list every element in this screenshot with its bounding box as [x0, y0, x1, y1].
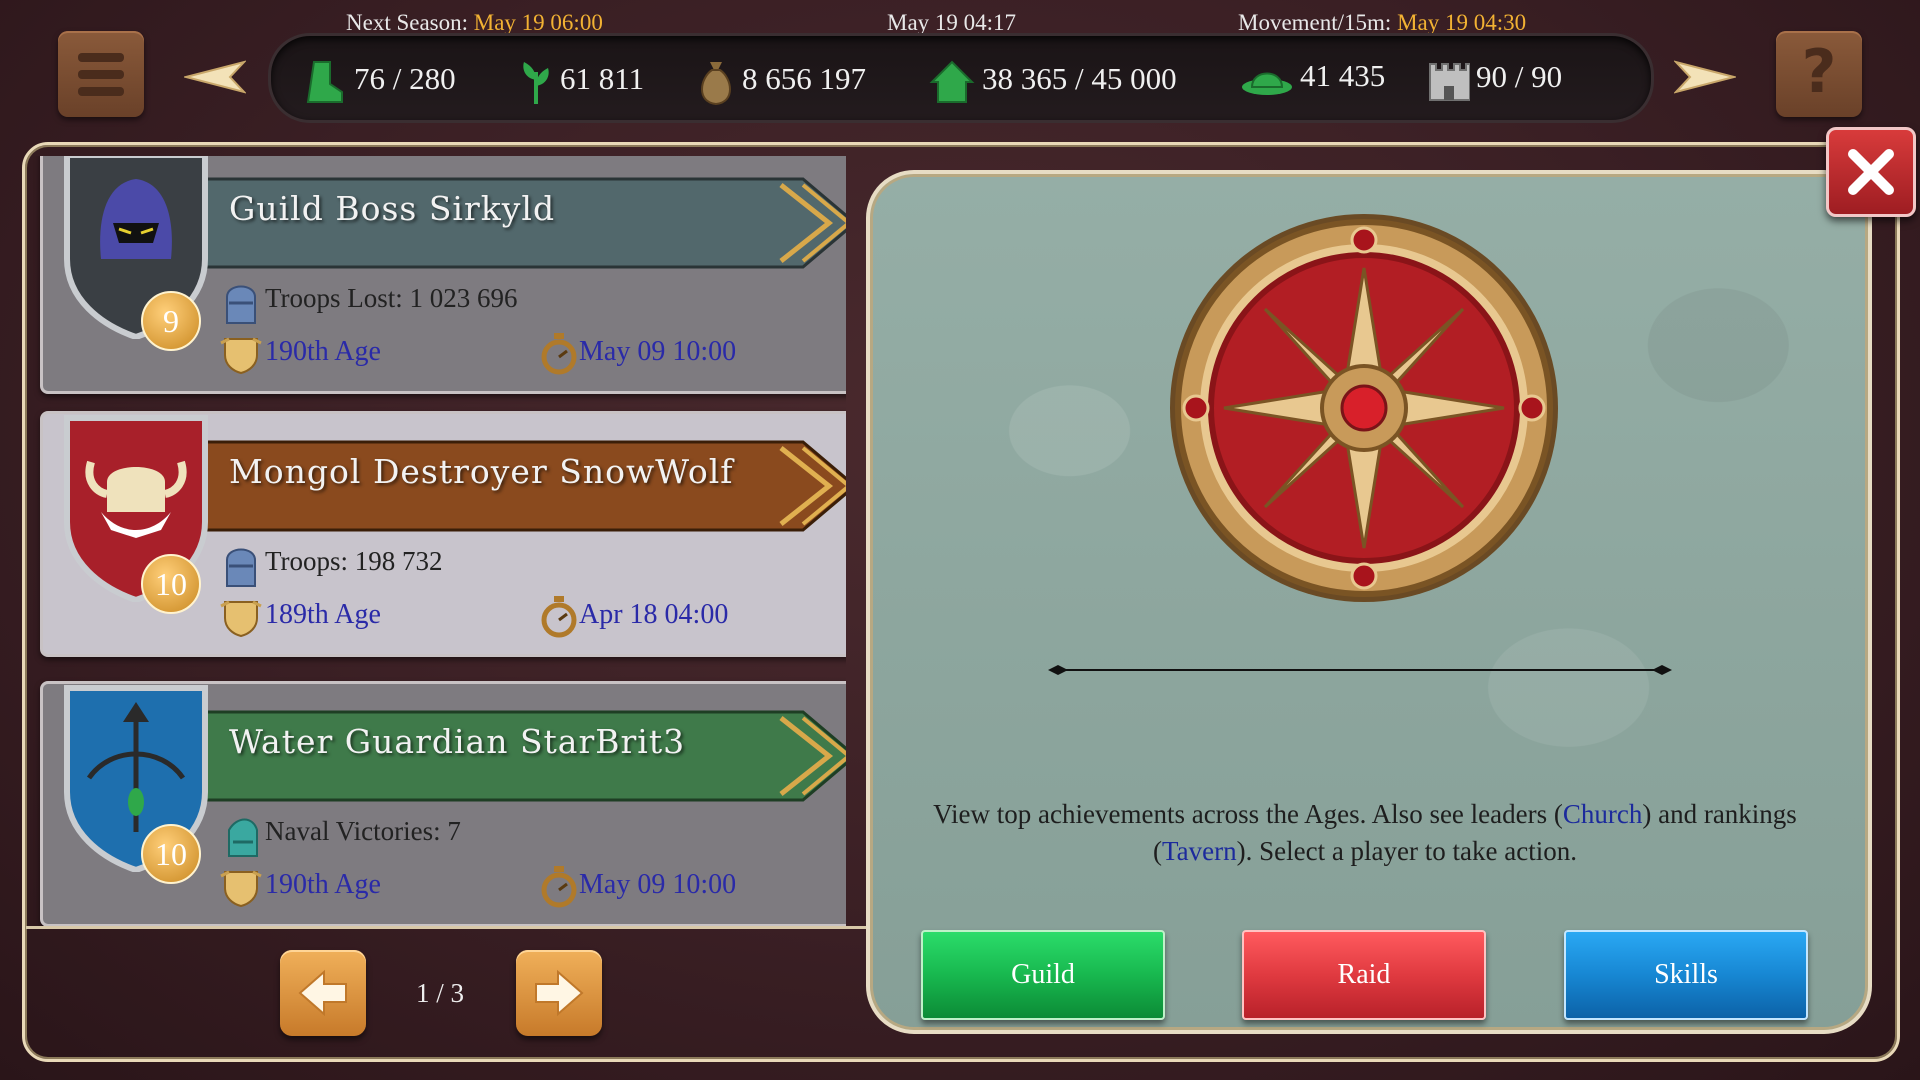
church-link[interactable]: Church [1563, 799, 1642, 829]
castle-icon [1429, 63, 1470, 101]
achievements-list[interactable]: Guild Boss Sirkyld 9 Troops Lost: 1 023 … [26, 156, 846, 926]
next-season-value: May 19 06:00 [473, 10, 603, 35]
arrow-right-icon[interactable] [1674, 60, 1736, 94]
resource-gold: 8 656 197 [696, 58, 866, 106]
boot-icon [306, 61, 343, 103]
tavern-link[interactable]: Tavern [1162, 836, 1237, 866]
money-bag-icon [701, 62, 731, 106]
resource-buildings: 90 / 90 [1428, 58, 1562, 102]
arrow-right-icon [535, 969, 584, 1017]
troop-helmet-icon [226, 285, 256, 324]
troop-helmet-icon [226, 548, 256, 587]
guild-button[interactable]: Guild [921, 930, 1165, 1020]
resource-housing: 38 365 / 45 000 [928, 58, 1177, 106]
resource-value: 61 811 [560, 61, 645, 97]
ship-icon [228, 818, 258, 857]
age-label: 189th Age [265, 599, 381, 630]
player-title: Mongol Destroyer SnowWolf [229, 452, 734, 491]
hat-icon [1242, 72, 1292, 95]
achievement-medal-icon [1170, 214, 1558, 602]
age-label: 190th Age [265, 869, 381, 900]
house-icon [929, 60, 975, 103]
description-text: View top achievements across the Ages. A… [900, 796, 1830, 870]
divider [1048, 665, 1672, 675]
date-label: Apr 18 04:00 [579, 599, 729, 630]
description-part: ). Select a player to take action. [1236, 836, 1577, 866]
resource-value: 38 365 / 45 000 [982, 61, 1177, 97]
resource-value: 41 435 [1300, 58, 1386, 93]
sprout-icon [523, 62, 549, 104]
date-label: May 09 10:00 [579, 336, 737, 367]
menu-icon-bar [78, 70, 124, 79]
stat-text: Troops: 198 732 [265, 546, 443, 576]
list-item[interactable]: Guild Boss Sirkyld 9 Troops Lost: 1 023 … [40, 156, 846, 394]
resource-value: 8 656 197 [742, 61, 866, 97]
next-page-button[interactable] [516, 950, 602, 1036]
age-label: 190th Age [265, 336, 381, 367]
description-part: View top achievements across the Ages. A… [933, 799, 1563, 829]
stat-text: Troops Lost: 1 023 696 [265, 283, 518, 313]
page-indicator: 1 / 3 [415, 978, 464, 1008]
date-label: May 09 10:00 [579, 869, 737, 900]
arrow-left-icon [298, 969, 347, 1017]
next-season-label: Next Season: [346, 10, 469, 35]
level-badge: 10 [141, 554, 201, 614]
menu-icon [78, 53, 124, 62]
prev-page-button[interactable] [280, 950, 366, 1036]
movement-label: Movement/15m: [1238, 10, 1392, 35]
list-item[interactable]: Water Guardian StarBrit3 10 Naval Victor… [40, 681, 846, 926]
close-button[interactable] [1826, 127, 1916, 217]
level-badge: 9 [141, 291, 201, 351]
resource-value: 90 / 90 [1476, 59, 1563, 95]
menu-button[interactable] [58, 31, 144, 117]
resource-boots: 76 / 280 [300, 58, 456, 106]
resource-food: 61 811 [518, 58, 644, 106]
resource-troops: 41 435 [1240, 58, 1385, 99]
stat-text: Naval Victories: 7 [265, 816, 461, 846]
stopwatch-icon [541, 866, 577, 908]
skills-button[interactable]: Skills [1564, 930, 1808, 1020]
close-icon [1848, 149, 1894, 195]
help-icon: ? [1801, 37, 1837, 107]
age-crest-icon [220, 337, 262, 375]
menu-icon-bar [78, 87, 124, 96]
movement-value: May 19 04:30 [1397, 10, 1527, 35]
list-item[interactable]: Mongol Destroyer SnowWolf 10 Troops: 198… [40, 411, 846, 657]
level-badge: 10 [141, 824, 201, 884]
age-crest-icon [220, 600, 262, 638]
raid-button[interactable]: Raid [1242, 930, 1486, 1020]
player-title: Water Guardian StarBrit3 [229, 722, 686, 761]
stopwatch-icon [541, 333, 577, 375]
player-title: Guild Boss Sirkyld [229, 189, 556, 228]
resource-value: 76 / 280 [354, 61, 456, 97]
arrow-left-icon[interactable] [184, 60, 246, 94]
stopwatch-icon [541, 596, 577, 638]
help-button[interactable]: ? [1776, 31, 1862, 117]
age-crest-icon [220, 870, 262, 908]
